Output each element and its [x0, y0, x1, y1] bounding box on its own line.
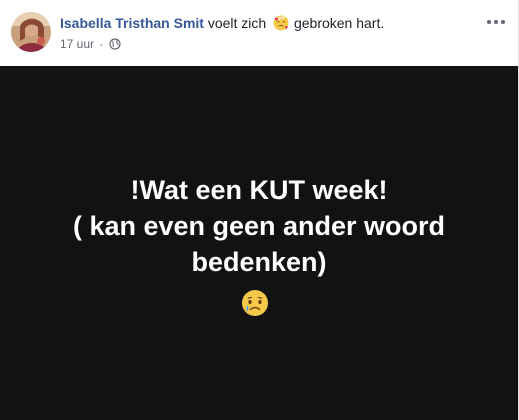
- post-header-text: Isabella Tristhan Smit voelt zich gebrok…: [60, 14, 478, 52]
- status-text: !Wat een KUT week! ( kan even geen ander…: [0, 172, 518, 280]
- post-title-line: Isabella Tristhan Smit voelt zich gebrok…: [60, 14, 478, 32]
- post-meta: 17 uur ·: [60, 36, 478, 52]
- status-line: bedenken): [191, 247, 327, 277]
- feeling-prefix: voelt zich: [207, 15, 267, 31]
- status-background-card[interactable]: !Wat een KUT week! ( kan even geen ander…: [0, 66, 518, 420]
- status-line: !Wat een KUT week!: [130, 175, 388, 205]
- globe-icon[interactable]: [109, 38, 121, 50]
- facebook-post: Isabella Tristhan Smit voelt zich gebrok…: [0, 0, 519, 420]
- post-header: Isabella Tristhan Smit voelt zich gebrok…: [0, 0, 518, 66]
- post-timestamp[interactable]: 17 uur: [60, 37, 94, 51]
- feeling-label: gebroken hart.: [293, 15, 385, 31]
- face-with-bandage-and-hearts-icon: [273, 15, 289, 31]
- avatar[interactable]: [11, 12, 51, 52]
- meta-separator: ·: [99, 37, 104, 51]
- author-name-link[interactable]: Isabella Tristhan Smit: [60, 15, 204, 31]
- more-options-icon[interactable]: [484, 15, 508, 29]
- crying-face-icon: [240, 288, 270, 318]
- status-line: ( kan even geen ander woord: [72, 211, 446, 241]
